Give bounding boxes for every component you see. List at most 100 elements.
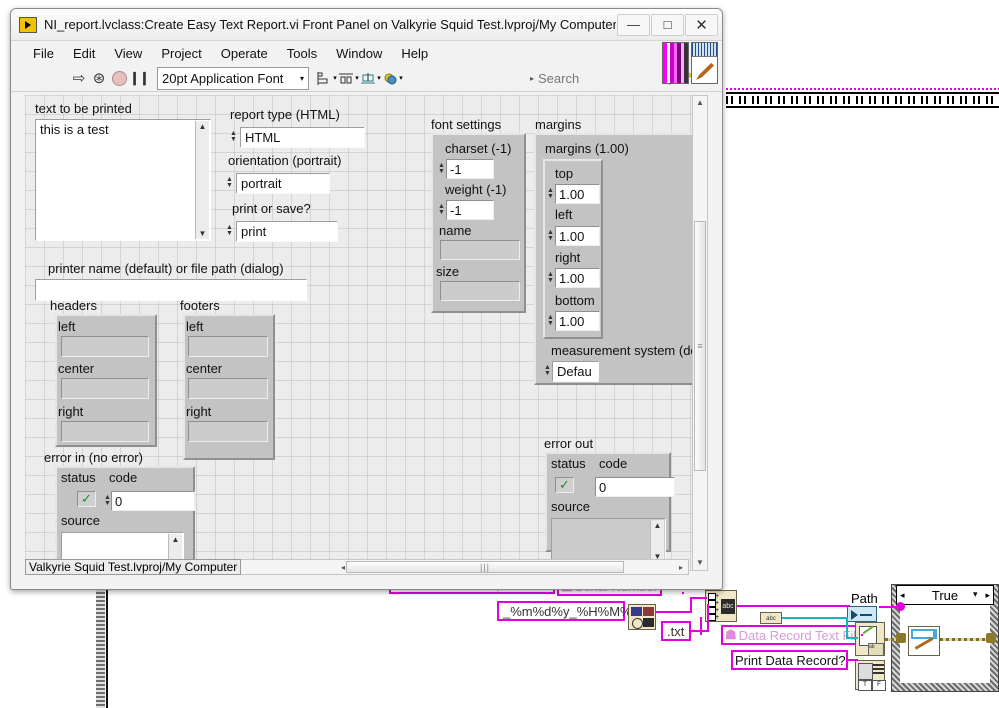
menu-view[interactable]: View	[114, 46, 142, 61]
headers-left-input[interactable]	[61, 336, 149, 357]
format-date-time-string-node[interactable]	[628, 604, 656, 630]
scroll-down-arrow-icon[interactable]: ▼	[693, 556, 707, 570]
error-in-code-input[interactable]: 0	[111, 491, 195, 511]
front-panel-window[interactable]: NI_report.lvclass:Create Easy Text Repor…	[10, 8, 723, 590]
print-or-save-value: print	[241, 224, 267, 239]
vi-run-icon	[19, 16, 37, 33]
abort-execution-button[interactable]	[109, 68, 129, 88]
font-selector[interactable]: 20pt Application Font ▾	[157, 66, 309, 90]
measurement-system-spinner[interactable]: ▲ ▼	[543, 361, 552, 381]
align-objects-icon[interactable]: ▾	[316, 68, 338, 88]
vertical-scroll-thumb[interactable]: ≡	[694, 221, 706, 471]
menu-operate[interactable]: Operate	[221, 46, 268, 61]
minimize-button[interactable]: —	[617, 13, 650, 36]
measurement-system-value: Defau	[557, 364, 592, 379]
print-data-record-control[interactable]: Print Data Record?	[731, 650, 848, 670]
margin-top-input[interactable]: 1.00	[555, 184, 600, 204]
margin-right-spinner[interactable]: ▲ ▼	[546, 268, 555, 288]
print-or-save-enum[interactable]: print	[236, 221, 337, 241]
error-out-source-display: ▲ ▼	[551, 518, 666, 564]
horizontal-scroll-thumb[interactable]: |||	[346, 561, 624, 573]
wire-junction-magenta	[896, 602, 905, 611]
reorder-objects-icon[interactable]: ▾	[382, 68, 404, 88]
headers-center-input[interactable]	[61, 378, 149, 399]
orientation-spinner[interactable]: ▲ ▼	[225, 173, 234, 193]
error-out-status-led: ✓	[555, 477, 574, 493]
charset-input[interactable]: -1	[446, 159, 494, 179]
string-to-path-node[interactable]: abc	[760, 612, 782, 624]
print-or-save-spinner[interactable]: ▲ ▼	[225, 221, 234, 241]
footers-right-input[interactable]	[188, 421, 268, 442]
panel-vertical-scrollbar[interactable]: ▲ ≡ ▼	[692, 95, 708, 571]
error-in-status-led[interactable]: ✓	[77, 491, 96, 507]
resize-objects-icon[interactable]: ▾	[360, 68, 382, 88]
scroll-right-arrow-icon[interactable]: ▸	[674, 563, 688, 572]
margin-left-input[interactable]: 1.00	[555, 226, 600, 246]
menu-project[interactable]: Project	[161, 46, 201, 61]
footers-left-input[interactable]	[188, 336, 268, 357]
window-titlebar[interactable]: NI_report.lvclass:Create Easy Text Repor…	[11, 9, 722, 41]
margin-bottom-input[interactable]: 1.00	[555, 311, 600, 331]
scroll-up-arrow-icon[interactable]: ▲	[693, 96, 707, 110]
toolbar-right-tools[interactable]	[662, 42, 718, 84]
format-string-constant[interactable]: _%m%d%y_%H%M%S	[497, 601, 640, 621]
margin-right-input[interactable]: 1.00	[555, 268, 600, 288]
run-continuously-button[interactable]: ⊛	[89, 68, 109, 88]
report-type-enum[interactable]: HTML	[240, 127, 364, 147]
error-out-source-scrollbar[interactable]: ▲ ▼	[650, 520, 664, 562]
path-indicator-terminal[interactable]	[847, 606, 877, 622]
menu-edit[interactable]: Edit	[73, 46, 95, 61]
color-palette-icon[interactable]	[662, 42, 689, 84]
status-bar: Valkyrie Squid Test.lvproj/My Computer	[25, 559, 242, 575]
pause-button[interactable]: ❙❙	[129, 68, 150, 88]
case-prev-arrow-icon[interactable]: ◂	[900, 590, 905, 601]
measurement-system-enum[interactable]: Defau	[552, 361, 598, 381]
headers-left-label: left	[58, 319, 76, 334]
concatenate-strings-node[interactable]: abc + + + +	[705, 590, 737, 622]
orientation-enum[interactable]: portrait	[236, 173, 329, 193]
footers-center-label: center	[186, 361, 223, 376]
charset-spinner[interactable]: ▲ ▼	[437, 159, 446, 179]
txt-extension-constant[interactable]: .txt	[661, 621, 691, 641]
window-title: NI_report.lvclass:Create Easy Text Repor…	[44, 17, 616, 32]
wire-datarecord-out	[861, 634, 863, 636]
pencil-tool-icon[interactable]	[691, 42, 718, 84]
weight-input[interactable]: -1	[446, 200, 494, 220]
print-report-node[interactable]	[908, 626, 940, 656]
text-to-be-printed-scrollbar[interactable]: ▲ ▼	[195, 121, 209, 239]
text-to-be-printed-label: text to be printed	[35, 101, 132, 116]
menu-window[interactable]: Window	[336, 46, 382, 61]
report-type-spinner[interactable]: ▲ ▼	[229, 127, 238, 147]
error-out-code-label: code	[599, 456, 628, 471]
distribute-caret-icon: ▾	[355, 75, 359, 82]
search-input[interactable]: ▸ Search	[530, 68, 658, 88]
menu-bar[interactable]: File Edit View Project Operate Tools Win…	[11, 41, 722, 65]
case-next-arrow-icon[interactable]: ▸	[985, 590, 990, 601]
menu-file[interactable]: File	[33, 46, 54, 61]
error-out-source-label: source	[551, 499, 591, 514]
text-to-be-printed-input[interactable]: this is a test ▲ ▼	[35, 119, 211, 241]
margin-left-spinner[interactable]: ▲ ▼	[546, 226, 555, 246]
footers-center-input[interactable]	[188, 378, 268, 399]
font-name-input[interactable]	[440, 240, 520, 260]
maximize-button[interactable]: □	[651, 13, 684, 36]
margin-bottom-spinner[interactable]: ▲ ▼	[546, 311, 555, 331]
front-panel-canvas[interactable]: text to be printed this is a test ▲ ▼ rep…	[25, 95, 708, 571]
run-button[interactable]: ⇨	[69, 68, 89, 88]
weight-spinner[interactable]: ▲ ▼	[437, 200, 446, 220]
toolbar[interactable]: ⇨ ⊛ ❙❙ 20pt Application Font ▾ ▾ ▾ ▾ ▾ ▸…	[11, 65, 722, 92]
write-to-text-file-node[interactable]: ab	[855, 622, 885, 656]
select-node[interactable]: T F	[855, 660, 886, 691]
case-dropdown-caret-icon[interactable]: ▾	[973, 589, 978, 600]
close-button[interactable]: ✕	[685, 13, 718, 36]
font-size-input[interactable]	[440, 281, 520, 301]
headers-right-input[interactable]	[61, 421, 149, 442]
control-home-icon-2: ☗	[725, 627, 737, 642]
distribute-objects-icon[interactable]: ▾	[338, 68, 360, 88]
menu-help[interactable]: Help	[401, 46, 428, 61]
case-selector[interactable]: ◂ True ▸	[896, 585, 994, 605]
margin-top-spinner[interactable]: ▲ ▼	[546, 184, 555, 204]
data-record-text-file-control[interactable]: ☗ Data Record Text File ▸	[721, 625, 872, 645]
error-out-status-label: status	[551, 456, 586, 471]
menu-tools[interactable]: Tools	[287, 46, 317, 61]
